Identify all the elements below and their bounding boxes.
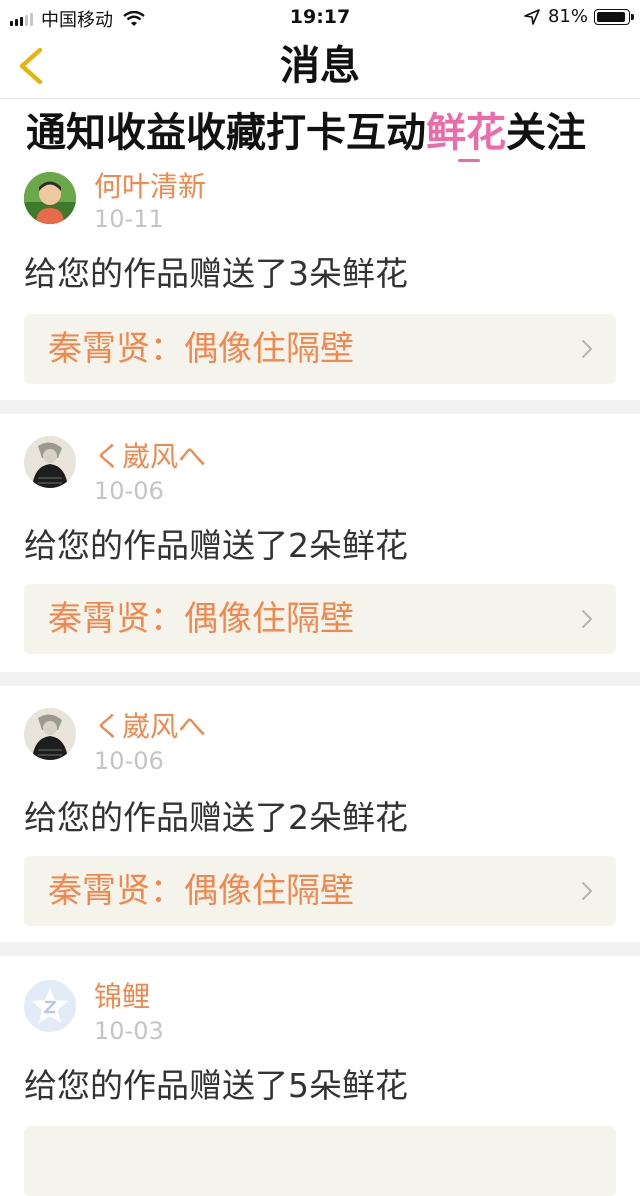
chevron-right-icon — [582, 882, 592, 900]
tab-interactions[interactable]: 互动 — [346, 100, 426, 166]
message-text: 给您的作品赠送了3朵鲜花 — [24, 254, 408, 293]
battery-percent: 81% — [547, 6, 588, 27]
card-divider — [0, 400, 640, 414]
tab-bar: 通知收益收藏打卡互动鲜花关注 — [0, 100, 640, 166]
work-link[interactable]: 秦霄贤：偶像住隔壁 — [24, 314, 616, 384]
message-text: 给您的作品赠送了2朵鲜花 — [24, 798, 408, 837]
card-divider — [0, 942, 640, 956]
tab-notifications[interactable]: 通知 — [26, 100, 106, 166]
sketch-figure-icon[interactable] — [24, 708, 76, 760]
user-name[interactable]: 锦鲤 — [94, 980, 150, 1014]
message-text: 给您的作品赠送了5朵鲜花 — [24, 1066, 408, 1105]
tab-favorites[interactable]: 收藏 — [186, 100, 266, 166]
chevron-right-icon — [582, 340, 592, 358]
message-date: 10-11 — [94, 205, 164, 233]
message-card: く崴风へ 10-06 给您的作品赠送了2朵鲜花 秦霄贤：偶像住隔壁 — [0, 414, 640, 672]
message-date: 10-06 — [94, 477, 164, 505]
tab-following[interactable]: 关注 — [506, 100, 586, 166]
tab-list: 通知收益收藏打卡互动鲜花关注 — [26, 100, 586, 166]
message-card: 锦鲤 10-03 给您的作品赠送了5朵鲜花 — [0, 956, 640, 1196]
sketch-figure-icon[interactable] — [24, 436, 76, 488]
message-card: 何叶清新 10-11 给您的作品赠送了3朵鲜花 秦霄贤：偶像住隔壁 — [0, 166, 640, 400]
nav-bar: 消息 — [0, 34, 640, 99]
user-name[interactable]: く崴风へ — [94, 440, 206, 474]
user-name[interactable]: 何叶清新 — [94, 170, 206, 204]
default-star-avatar-icon[interactable] — [24, 980, 76, 1032]
work-title: 秦霄贤：偶像住隔壁 — [48, 329, 354, 369]
tab-checkin[interactable]: 打卡 — [266, 100, 346, 166]
message-card: く崴风へ 10-06 给您的作品赠送了2朵鲜花 秦霄贤：偶像住隔壁 — [0, 686, 640, 942]
message-date: 10-06 — [94, 747, 164, 775]
location-arrow-icon — [524, 8, 540, 25]
battery-icon — [594, 8, 634, 25]
tab-flowers[interactable]: 鲜花 — [426, 100, 506, 166]
card-divider — [0, 672, 640, 686]
work-title: 秦霄贤：偶像住隔壁 — [48, 871, 354, 911]
work-link[interactable]: 秦霄贤：偶像住隔壁 — [24, 584, 616, 654]
status-bar: 中国移动 19:17 81% — [0, 0, 640, 34]
chevron-right-icon — [582, 610, 592, 628]
message-date: 10-03 — [94, 1017, 164, 1045]
user-name[interactable]: く崴风へ — [94, 710, 206, 744]
page-title: 消息 — [280, 43, 360, 89]
message-text: 给您的作品赠送了2朵鲜花 — [24, 526, 408, 565]
work-title: 秦霄贤：偶像住隔壁 — [48, 599, 354, 639]
status-right: 81% — [524, 6, 634, 27]
work-link[interactable]: 秦霄贤：偶像住隔壁 — [24, 856, 616, 926]
work-link[interactable] — [24, 1126, 616, 1196]
boy-photo-icon[interactable] — [24, 172, 76, 224]
tab-earnings[interactable]: 收益 — [106, 100, 186, 166]
